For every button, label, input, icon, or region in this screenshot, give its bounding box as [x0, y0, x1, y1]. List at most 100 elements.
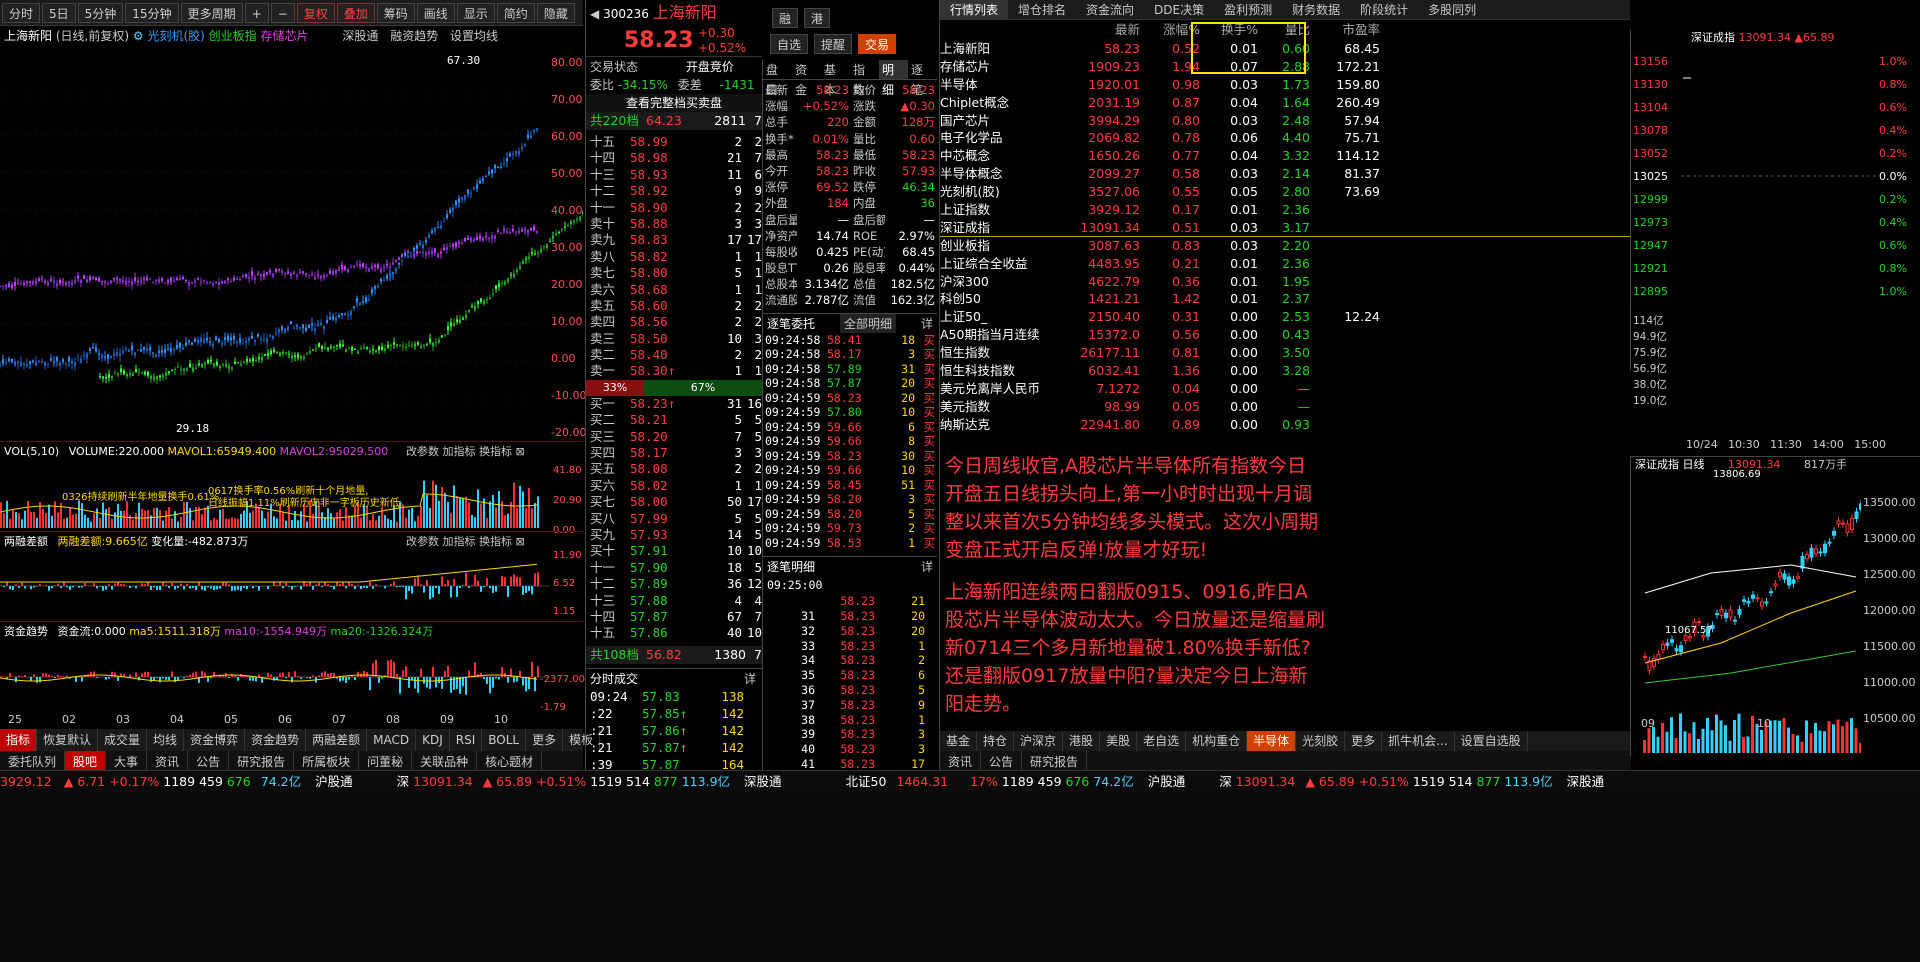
display-button[interactable]: 显示 [456, 2, 495, 23]
list-row[interactable]: 光刻机(胶) 3527.06 0.55 0.05 2.80 73.69 [940, 183, 1630, 201]
hide-button[interactable]: 隐藏 [536, 2, 575, 23]
detail-tab[interactable]: 资金 [792, 60, 821, 97]
detail-tab[interactable]: 指数 [850, 60, 879, 97]
back-icon[interactable]: ◀ [590, 7, 599, 21]
add-indicator-2[interactable]: 加指标 [443, 535, 476, 548]
list-row[interactable]: A50期指当月连续 15372.0 0.56 0.00 0.43 [940, 326, 1630, 344]
fuquan-button[interactable]: 复权 [296, 2, 335, 23]
edit-params[interactable]: 改参数 [406, 445, 439, 458]
list-row[interactable]: 半导体概念 2099.27 0.58 0.03 2.14 81.37 [940, 165, 1630, 183]
list-col-header[interactable]: 最新 [1070, 20, 1140, 40]
list-tab[interactable]: 多股同列 [1418, 0, 1486, 19]
list-tab[interactable]: 资金流向 [1076, 0, 1144, 19]
list-tab[interactable]: 阶段统计 [1350, 0, 1418, 19]
time-sales-detail[interactable]: 详 [744, 669, 756, 688]
list-tab[interactable]: 增仓排名 [1008, 0, 1076, 19]
list-bottom-tab[interactable]: 基金 [940, 731, 978, 751]
list-row[interactable]: 中芯概念 1650.26 0.77 0.04 3.32 114.12 [940, 147, 1630, 165]
list-bottom-tab[interactable]: 设置自选股 [1455, 731, 1528, 751]
trade-detail-btn[interactable]: 详 [921, 557, 933, 576]
overlay-1[interactable]: 光刻机(胶) [147, 29, 204, 43]
list-bottom-tab[interactable]: 更多 [1345, 731, 1383, 751]
close-icon[interactable]: ⊠ [516, 535, 525, 548]
tick-filter[interactable]: 全部明细 [839, 313, 896, 333]
list-row[interactable]: 美元指数 98.99 0.05 0.00— [940, 398, 1630, 416]
list-bottom-tab[interactable]: 光刻胶 [1296, 731, 1346, 751]
indicator-tab[interactable]: KDJ [416, 729, 450, 751]
tag-margin[interactable]: 融 [772, 8, 799, 28]
list-bottom-tab[interactable]: 半导体 [1247, 731, 1297, 751]
list-row[interactable]: 创业板指 3087.63 0.83 0.03 2.20 [940, 237, 1630, 255]
more-periods[interactable]: 更多周期 [180, 2, 243, 23]
plus-icon[interactable]: + [244, 2, 269, 23]
list-tab[interactable]: 财务数据 [1282, 0, 1350, 19]
link-sgt[interactable]: 深股通 [342, 29, 378, 43]
tick-detail[interactable]: 详 [921, 314, 933, 333]
period-15min[interactable]: 15分钟 [125, 2, 179, 23]
list-row[interactable]: 上证指数 3929.12 0.17 0.01 2.36 [940, 201, 1630, 219]
overlay-2[interactable]: 创业板指 [209, 29, 257, 43]
draw-button[interactable]: 画线 [416, 2, 455, 23]
indicator-tab[interactable]: 更多 [526, 729, 564, 751]
list-row[interactable]: 上证综合全收益 4483.95 0.21 0.01 2.36 [940, 255, 1630, 273]
list-row[interactable]: 电子化学品 2069.82 0.78 0.06 4.40 75.71 [940, 129, 1630, 147]
list-bottom-tab[interactable]: 老自选 [1137, 731, 1187, 751]
list-row[interactable]: 恒生指数 26177.11 0.81 0.00 3.50 [940, 344, 1630, 362]
period-5day[interactable]: 5日 [42, 2, 76, 23]
alert-button[interactable]: 提醒 [814, 34, 853, 54]
simple-button[interactable]: 简约 [496, 2, 535, 23]
indicator-tab[interactable]: 均线 [147, 729, 185, 751]
list-bottom-tab[interactable]: 持仓 [977, 731, 1015, 751]
period-5min[interactable]: 5分钟 [77, 2, 124, 23]
kline-chart[interactable] [0, 46, 583, 441]
list-bottom-tab[interactable]: 抓牛机会... [1382, 731, 1455, 751]
list-bottom-tab[interactable]: 机构重仓 [1186, 731, 1248, 751]
list-col-header[interactable] [940, 20, 1070, 40]
add-indicator[interactable]: 加指标 [443, 445, 476, 458]
list-tab[interactable]: 行情列表 [940, 0, 1009, 19]
full-book-button[interactable]: 查看完整档买卖盘 [586, 94, 762, 112]
indicator-tab[interactable]: 成交量 [98, 729, 148, 751]
watchlist-button[interactable]: 自选 [770, 34, 809, 54]
list-row[interactable]: 上证50_ 2150.40 0.31 0.00 2.53 12.24 [940, 308, 1630, 326]
list-row[interactable]: 国产芯片 3994.29 0.80 0.03 2.48 57.94 [940, 112, 1630, 130]
link-margin[interactable]: 融资趋势 [390, 29, 438, 43]
list-row[interactable]: 科创50 1421.21 1.42 0.01 2.37 [940, 290, 1630, 308]
list-tab[interactable]: DDE决策 [1144, 0, 1214, 19]
list-row[interactable]: 纳斯达克 22941.80 0.89 0.00 0.93 [940, 416, 1630, 434]
list-col-header[interactable]: 市盈率 [1310, 20, 1380, 40]
list-row[interactable]: 半导体 1920.01 0.98 0.03 1.73 159.80 [940, 76, 1630, 94]
list-tab[interactable]: 盈利预测 [1214, 0, 1282, 19]
list-row[interactable]: Chiplet概念 2031.19 0.87 0.04 1.64 260.49 [940, 94, 1630, 112]
close-icon[interactable]: ⊠ [516, 445, 525, 458]
minus-icon[interactable]: − [270, 2, 295, 23]
list-bottom-tab[interactable]: 沪深京 [1014, 731, 1064, 751]
list-row[interactable]: 深证成指 13091.34 0.51 0.03 3.17 [940, 219, 1630, 237]
indicator-tab[interactable]: 两融差额 [306, 729, 368, 751]
indicator-tab[interactable]: 指标 [0, 729, 38, 751]
indicator-tab[interactable]: RSI [450, 729, 483, 751]
detail-tab[interactable]: 明细 [879, 60, 908, 97]
swap-indicator[interactable]: 换指标 [479, 445, 512, 458]
detail-tab[interactable]: 基本 [821, 60, 850, 97]
list-row[interactable]: 沪深300 4622.79 0.36 0.01 1.95 [940, 273, 1630, 291]
indicator-tab[interactable]: 恢复默认 [37, 729, 99, 751]
detail-tab[interactable]: 逐笔 [908, 60, 937, 97]
gear-icon[interactable]: ⚙ [133, 29, 144, 43]
indicator-tab[interactable]: MACD [367, 729, 417, 751]
swap-indicator-2[interactable]: 换指标 [479, 535, 512, 548]
overlay-button[interactable]: 叠加 [336, 2, 375, 23]
list-bottom-tab[interactable]: 美股 [1100, 731, 1138, 751]
chips-button[interactable]: 筹码 [376, 2, 415, 23]
indicator-tab[interactable]: BOLL [482, 729, 527, 751]
trade-button[interactable]: 交易 [858, 34, 897, 54]
link-ma-settings[interactable]: 设置均线 [450, 29, 498, 43]
overlay-3[interactable]: 存储芯片 [261, 29, 309, 43]
list-row[interactable]: 恒生科技指数 6032.41 1.36 0.00 3.28 [940, 362, 1630, 380]
period-intraday[interactable]: 分时 [2, 2, 41, 23]
list-row[interactable]: 美元兑离岸人民币 7.1272 0.04 0.00— [940, 380, 1630, 398]
indicator-tab[interactable]: 资金趋势 [245, 729, 307, 751]
indicator-tab[interactable]: 资金博弈 [184, 729, 246, 751]
list-bottom-tab[interactable]: 港股 [1063, 731, 1101, 751]
detail-tab[interactable]: 盘口 [763, 60, 792, 97]
